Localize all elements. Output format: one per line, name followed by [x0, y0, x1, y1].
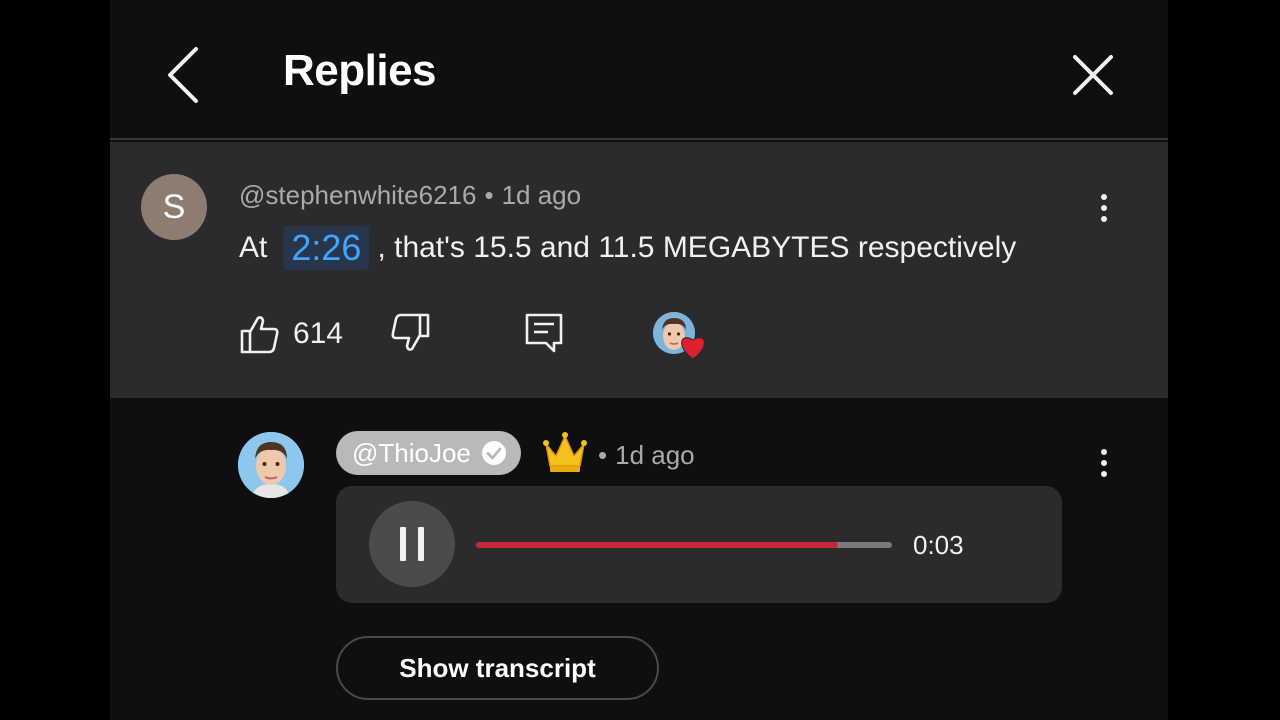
pause-button[interactable]: [369, 501, 455, 587]
show-transcript-button[interactable]: Show transcript: [336, 636, 659, 700]
more-dot: [1101, 449, 1107, 455]
creator-heart: [653, 312, 713, 362]
crown-icon: [543, 432, 587, 472]
voice-reply-player: 0:03: [336, 486, 1062, 603]
author-chip[interactable]: @ThioJoe: [336, 431, 521, 475]
close-icon: [1073, 55, 1113, 95]
parent-comment: S @stephenwhite6216 • 1d ago At 2:26 , tha…: [110, 142, 1168, 398]
comment-text-suffix: , that's 15.5 and 11.5 MEGABYTES respect…: [377, 231, 1017, 264]
back-button[interactable]: [160, 42, 206, 108]
pause-bar: [400, 527, 406, 561]
more-dot: [1101, 205, 1107, 211]
verified-check-icon: [481, 441, 506, 465]
more-dot: [1101, 471, 1107, 477]
comment-actions: 614: [239, 312, 739, 360]
comment-icon: [525, 313, 563, 353]
avatar[interactable]: S: [141, 174, 207, 240]
reply-meta: • 1d ago: [598, 440, 695, 471]
comment-age: 1d ago: [501, 180, 582, 210]
more-dot: [1101, 194, 1107, 200]
heart-icon: [681, 337, 705, 360]
reply-more-button[interactable]: [1092, 441, 1116, 485]
face-icon: [238, 432, 304, 498]
like-button[interactable]: 614: [239, 312, 343, 356]
avatar[interactable]: [238, 432, 304, 498]
audio-progress-bar[interactable]: [476, 542, 892, 548]
replies-header: Replies: [110, 0, 1168, 140]
comment-author[interactable]: @stephenwhite6216: [239, 180, 476, 210]
meta-separator: •: [598, 440, 608, 470]
comment-text: At 2:26 , that's 15.5 and 11.5 MEGABYTES…: [239, 226, 1016, 270]
close-button[interactable]: [1066, 48, 1120, 102]
audio-elapsed-time: 0:03: [913, 530, 964, 560]
meta-separator: •: [484, 180, 494, 210]
dislike-button[interactable]: [389, 312, 433, 356]
pause-bar: [418, 527, 424, 561]
chevron-left-icon: [168, 47, 198, 103]
replies-panel: Replies S @stephenwhite6216 • 1d ago At 2:…: [110, 0, 1168, 720]
page-title: Replies: [283, 46, 437, 95]
like-count: 614: [293, 317, 344, 350]
reply-author: @ThioJoe: [352, 437, 471, 468]
reply-button[interactable]: [524, 312, 568, 356]
comment-text-prefix: At: [239, 231, 268, 264]
reply-age: 1d ago: [615, 440, 695, 470]
reply-comment: @ThioJoe • 1d ago 0:03 Show transcript: [110, 400, 1168, 720]
comment-meta: @stephenwhite6216 • 1d ago: [239, 180, 581, 211]
avatar-letter: S: [162, 187, 186, 226]
more-dot: [1101, 216, 1107, 222]
thumbs-down-icon: [391, 313, 430, 351]
audio-progress-fill: [476, 542, 838, 548]
comment-more-button[interactable]: [1092, 186, 1116, 230]
thumbs-up-icon: [240, 316, 279, 354]
timestamp-link[interactable]: 2:26: [283, 226, 370, 270]
more-dot: [1101, 460, 1107, 466]
